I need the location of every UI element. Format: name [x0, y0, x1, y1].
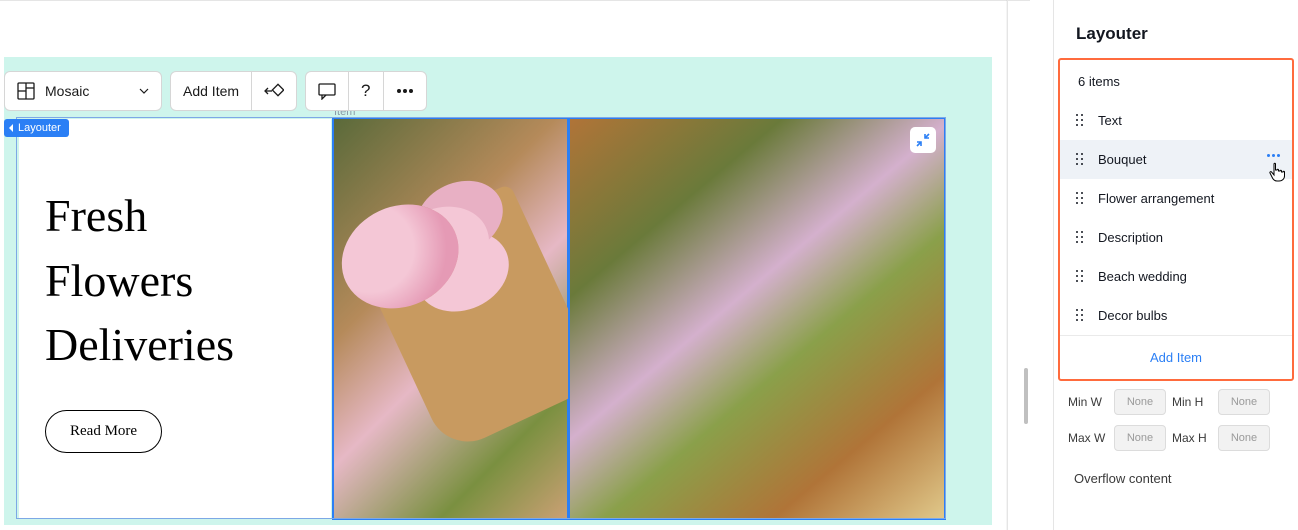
list-item-label: Bouquet [1098, 152, 1146, 167]
max-height-input[interactable] [1218, 425, 1270, 451]
canvas-right-edge [1006, 0, 1008, 530]
drag-handle-icon[interactable] [1076, 309, 1086, 323]
min-size-row: Min W Min H [1068, 389, 1284, 415]
layouter-panel: Layouter 6 items Text Bouquet Flower arr… [1053, 0, 1298, 530]
more-horizontal-icon [396, 82, 414, 100]
min-width-label: Min W [1068, 395, 1108, 409]
layouter-selection-frame[interactable] [17, 118, 945, 518]
list-item-beach-wedding[interactable]: Beach wedding [1060, 257, 1292, 296]
items-count-label: 6 items [1060, 60, 1292, 101]
add-item-group: Add Item [170, 71, 297, 111]
comment-icon [318, 82, 336, 100]
floating-toolbar: Mosaic Add Item ? [4, 70, 427, 112]
more-button[interactable] [383, 72, 426, 110]
layout-dropdown[interactable]: Mosaic [5, 72, 161, 110]
list-item-text[interactable]: Text [1060, 101, 1292, 140]
list-item-description[interactable]: Description [1060, 218, 1292, 257]
drag-handle-icon[interactable] [1076, 231, 1086, 245]
list-item-bouquet[interactable]: Bouquet [1060, 140, 1292, 179]
list-item-label: Decor bulbs [1098, 308, 1167, 323]
max-width-label: Max W [1068, 431, 1108, 445]
size-constraints-section: Min W Min H Max W Max H [1054, 381, 1298, 451]
drag-handle-icon[interactable] [1076, 114, 1086, 128]
add-item-label: Add Item [183, 83, 239, 99]
max-height-label: Max H [1172, 431, 1212, 445]
comment-button[interactable] [306, 72, 348, 110]
list-item-flower-arrangement[interactable]: Flower arrangement [1060, 179, 1292, 218]
list-item-label: Beach wedding [1098, 269, 1187, 284]
help-icon: ? [361, 81, 370, 101]
max-width-input[interactable] [1114, 425, 1166, 451]
utility-group: ? [305, 71, 426, 111]
item-more-button[interactable] [1267, 154, 1280, 157]
panel-add-item-button[interactable]: Add Item [1060, 335, 1292, 379]
grid-icon [17, 82, 35, 100]
drag-handle-icon[interactable] [1076, 153, 1086, 167]
layout-dropdown-label: Mosaic [45, 83, 89, 99]
diamond-arrow-icon [264, 82, 284, 100]
selection-label-chip[interactable]: Layouter [4, 119, 69, 137]
max-size-row: Max W Max H [1068, 425, 1284, 451]
min-width-input[interactable] [1114, 389, 1166, 415]
help-button[interactable]: ? [348, 72, 382, 110]
canvas-area: Mosaic Add Item ? Layouter It [0, 0, 1030, 530]
layout-dropdown-group: Mosaic [4, 71, 162, 111]
animation-button[interactable] [251, 72, 296, 110]
chevron-down-icon [139, 86, 149, 96]
min-height-input[interactable] [1218, 389, 1270, 415]
items-highlight-region: 6 items Text Bouquet Flower arrangement … [1058, 58, 1294, 381]
list-item-label: Description [1098, 230, 1163, 245]
add-item-button[interactable]: Add Item [171, 72, 251, 110]
list-item-decor-bulbs[interactable]: Decor bulbs [1060, 296, 1292, 335]
overflow-content-label: Overflow content [1054, 461, 1298, 486]
canvas-scrollbar[interactable] [1024, 368, 1028, 424]
min-height-label: Min H [1172, 395, 1212, 409]
selection-label-text: Layouter [18, 122, 61, 134]
drag-handle-icon[interactable] [1076, 192, 1086, 206]
list-item-label: Flower arrangement [1098, 191, 1214, 206]
drag-handle-icon[interactable] [1076, 270, 1086, 284]
list-item-label: Text [1098, 113, 1122, 128]
panel-title: Layouter [1054, 0, 1298, 58]
